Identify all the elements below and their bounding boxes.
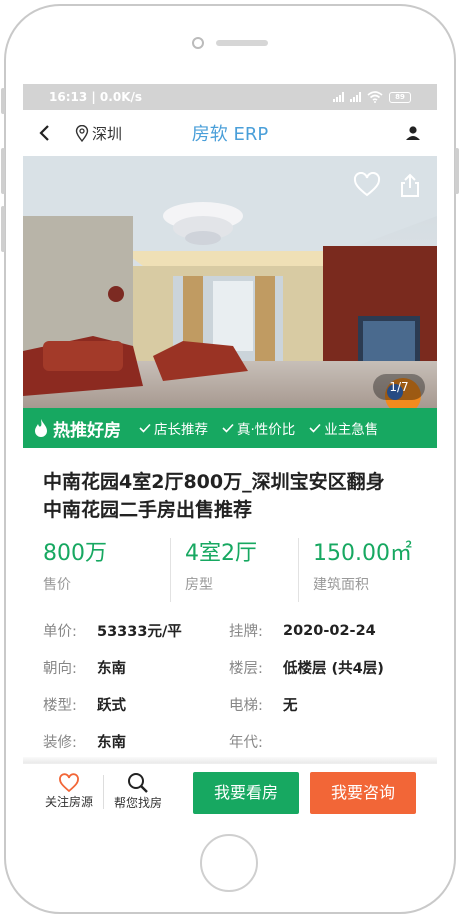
- flame-icon: [35, 419, 47, 437]
- favorite-button[interactable]: [353, 171, 381, 200]
- info-value: 低楼层 (共4层): [283, 661, 384, 677]
- key-stats: 800万 售价 4室2厅 房型 150.00㎡ 建筑面积: [23, 538, 437, 602]
- house-title-line: 中南花园二手房出售推荐: [43, 499, 253, 521]
- home-button[interactable]: [200, 834, 258, 892]
- info-key: 朝向:: [43, 661, 77, 677]
- search-icon: [128, 773, 148, 793]
- check-icon: [222, 423, 234, 433]
- share-button[interactable]: [397, 172, 425, 200]
- check-icon: [139, 423, 151, 433]
- photo-pager: 1/7: [373, 374, 425, 400]
- info-orientation: 朝向: 东南: [43, 649, 229, 686]
- view-house-button[interactable]: 我要看房: [193, 772, 299, 814]
- info-elevator: 电梯: 无: [229, 686, 415, 723]
- info-key: 楼层:: [229, 661, 263, 677]
- info-key: 单价:: [43, 624, 77, 640]
- info-key: 装修:: [43, 735, 77, 751]
- stat-price: 800万 售价: [43, 538, 171, 602]
- tag-item: 店长推荐: [139, 418, 208, 438]
- signal-icon: [333, 92, 344, 102]
- tag-label: 店长推荐: [154, 422, 208, 438]
- city-label: 深圳: [92, 124, 123, 143]
- house-photo-carousel[interactable]: 1/7: [23, 156, 437, 408]
- follow-label: 关注房源: [44, 795, 93, 809]
- phone-side-button: [1, 148, 5, 194]
- speaker: [216, 40, 268, 46]
- city-selector[interactable]: 深圳: [75, 123, 122, 144]
- info-listed-date: 挂牌: 2020-02-24: [229, 612, 415, 649]
- info-value: 无: [283, 698, 298, 714]
- stat-label: 房型: [185, 577, 213, 593]
- user-button[interactable]: [403, 123, 423, 143]
- stat-layout: 4室2厅 房型: [171, 538, 299, 602]
- stat-label: 售价: [43, 577, 71, 593]
- signal-icon: [350, 92, 361, 102]
- check-icon: [309, 423, 321, 433]
- info-key: 楼型:: [43, 698, 77, 714]
- tag-item: 真·性价比: [222, 418, 295, 438]
- find-house-button[interactable]: 帮您找房: [104, 772, 172, 811]
- consult-button[interactable]: 我要咨询: [310, 772, 416, 814]
- heart-icon: [353, 171, 381, 197]
- heart-icon: [59, 773, 79, 793]
- wifi-icon: [367, 91, 383, 103]
- tag-item: 业主急售: [309, 418, 378, 438]
- house-title-line: 中南花园4室2厅800万_深圳宝安区翻身: [43, 471, 385, 493]
- status-time: 16:13 | 0.0K/s: [49, 90, 143, 104]
- hot-recommend-bar: 热推好房 店长推荐 真·性价比 业主急售: [23, 408, 437, 448]
- phone-side-button: [1, 88, 5, 114]
- info-unit-price: 单价: 53333元/平: [43, 612, 229, 649]
- info-value: 东南: [97, 661, 126, 677]
- user-icon: [406, 126, 420, 140]
- stat-area: 150.00㎡ 建筑面积: [299, 538, 427, 602]
- tag-label: 真·性价比: [237, 422, 296, 438]
- stat-value: 4室2厅: [185, 541, 257, 566]
- info-value: 东南: [97, 735, 126, 751]
- follow-button[interactable]: 关注房源: [35, 773, 103, 810]
- back-button[interactable]: [37, 121, 61, 145]
- battery-icon: 89: [389, 91, 411, 103]
- info-key: 年代:: [229, 735, 263, 751]
- hot-title: 热推好房: [53, 420, 121, 441]
- house-info-grid: 单价: 53333元/平 挂牌: 2020-02-24 朝向: 东南 楼层: 低…: [23, 602, 437, 760]
- bottom-action-bar: 关注房源 帮您找房 我要看房 我要咨询: [23, 763, 437, 819]
- house-title: 中南花园4室2厅800万_深圳宝安区翻身 中南花园二手房出售推荐: [23, 448, 437, 524]
- share-icon: [401, 173, 419, 197]
- top-nav: 深圳 房软 ERP: [23, 110, 437, 156]
- info-decoration: 装修: 东南: [43, 723, 229, 760]
- info-key: 挂牌:: [229, 624, 263, 640]
- location-pin-icon: [75, 124, 89, 142]
- phone-side-button: [455, 148, 459, 194]
- info-value: 53333元/平: [97, 624, 182, 640]
- info-year: 年代:: [229, 723, 415, 760]
- info-floor: 楼层: 低楼层 (共4层): [229, 649, 415, 686]
- info-value: 2020-02-24: [283, 622, 376, 639]
- find-house-label: 帮您找房: [113, 796, 162, 810]
- info-building-type: 楼型: 跃式: [43, 686, 229, 723]
- phone-side-button: [1, 206, 5, 252]
- info-value: 跃式: [97, 698, 126, 714]
- status-bar: 16:13 | 0.0K/s 89: [23, 84, 437, 110]
- info-key: 电梯:: [229, 698, 263, 714]
- stat-label: 建筑面积: [313, 577, 369, 593]
- tag-label: 业主急售: [324, 422, 379, 438]
- app-screen: 16:13 | 0.0K/s 89 深圳 房软 ERP 1/7 热推好房 店长推…: [23, 84, 437, 791]
- camera-icon: [192, 37, 204, 49]
- stat-value: 800万: [43, 541, 107, 566]
- stat-value: 150.00㎡: [313, 541, 412, 566]
- chevron-left-icon: [39, 125, 49, 141]
